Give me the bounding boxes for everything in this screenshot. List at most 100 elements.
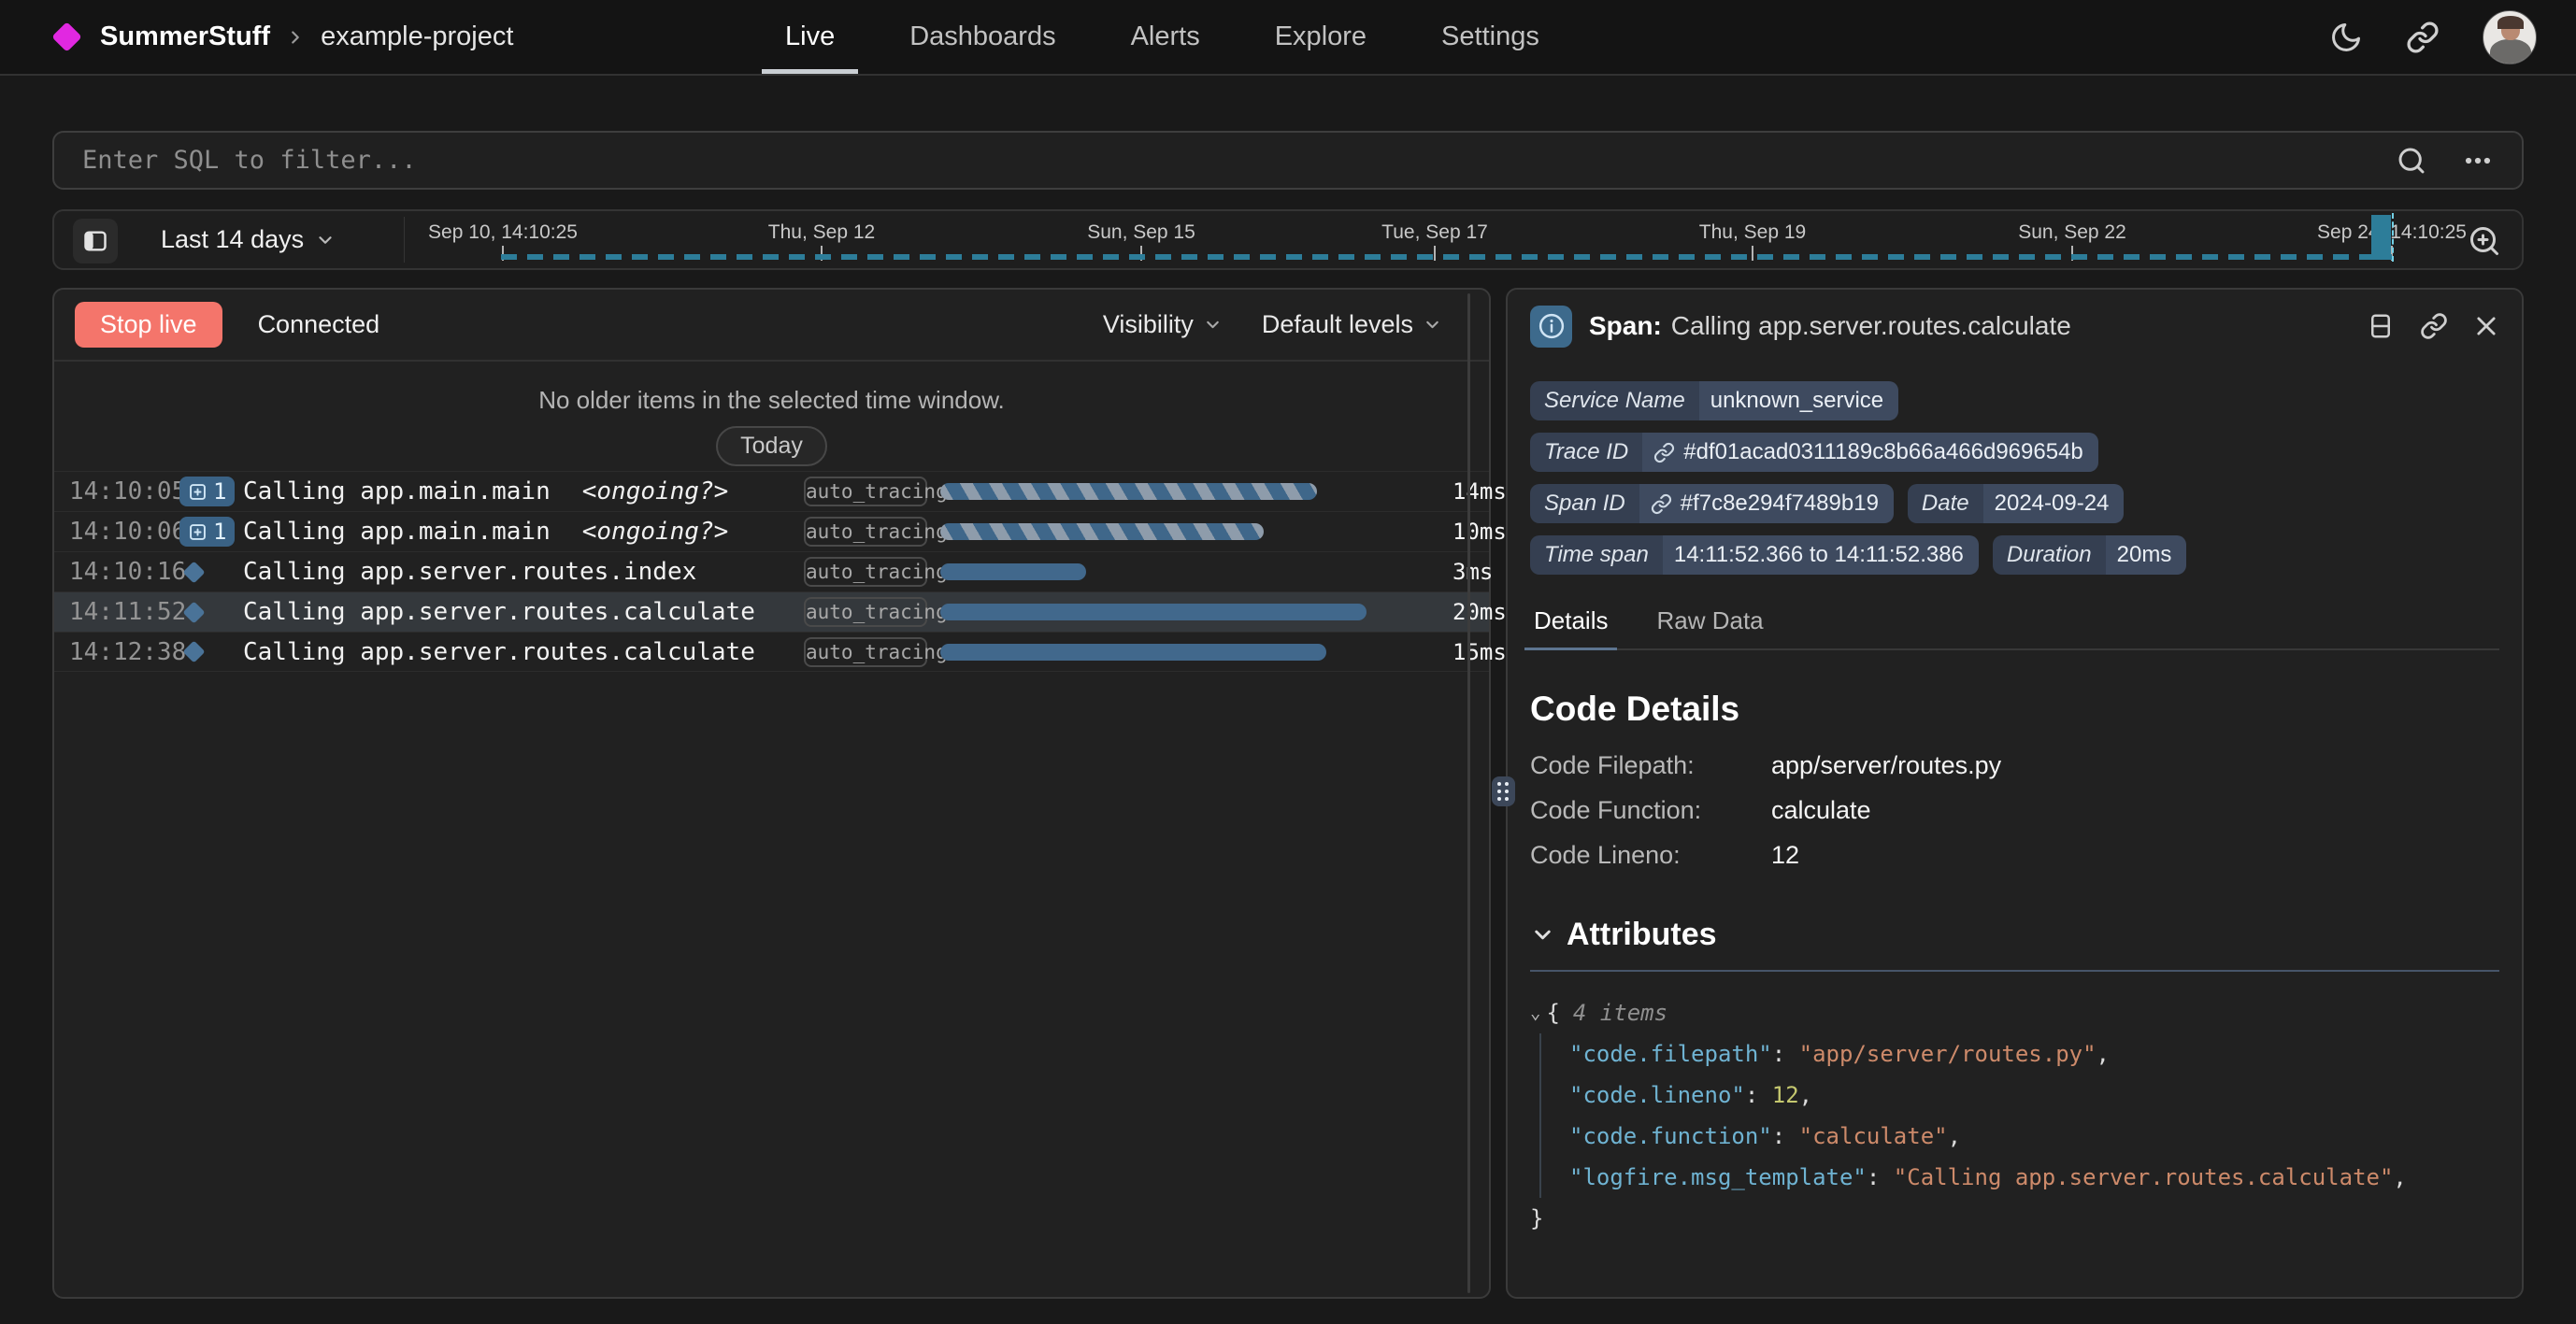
detail-tabs: Details Raw Data [1530,597,2499,650]
code-detail-value: calculate [1771,796,1871,825]
span-diamond-icon [182,561,205,583]
org-name[interactable]: SummerStuff [100,21,270,52]
json-key: "logfire.msg_template" [1569,1164,1867,1190]
trace-row-icon-cell [179,644,243,660]
json-comma: , [2393,1164,2406,1190]
theme-toggle-moon-icon[interactable] [2329,21,2363,54]
empty-window-notice: No older items in the selected time wind… [54,362,1489,471]
plus-square-icon [188,522,208,542]
search-icon[interactable] [2397,146,2426,176]
badge-value[interactable]: #df01acad0311189c8b66a466d969654b [1642,433,2098,472]
user-avatar[interactable] [2483,10,2537,64]
trace-row-duration-bar-zone [940,563,1453,580]
attributes-section: Attributes ⌄{4 items "code.filepath": "a… [1508,870,2522,1239]
attributes-json-viewer: ⌄{4 items "code.filepath": "app/server/r… [1530,992,2499,1239]
brand-logo-icon[interactable] [51,21,82,52]
tab-details[interactable]: Details [1530,597,1611,648]
span-header-actions [2367,312,2499,340]
badge-value: 20ms [2106,535,2187,575]
nav-tab-explore[interactable]: Explore [1252,0,1390,74]
json-entry: "code.filepath": "app/server/routes.py", [1569,1033,2499,1075]
nav-tab-settings[interactable]: Settings [1418,0,1563,74]
badge-trace-id: Trace ID#df01acad0311189c8b66a466d969654… [1530,433,2098,472]
today-button[interactable]: Today [716,426,827,466]
span-diamond-icon [182,601,205,623]
timeline-now-cursor [2392,213,2394,262]
json-body: "code.filepath": "app/server/routes.py",… [1539,1033,2499,1198]
trace-row-ongoing-suffix: <ongoing?> [582,518,729,546]
trace-row[interactable]: 14:10:061Calling app.main.main<ongoing?>… [54,511,1489,551]
trace-row-message: Calling app.server.routes.calculate [243,598,804,626]
json-comma: , [2097,1041,2110,1067]
trace-row-tag[interactable]: auto_tracing [804,517,927,547]
trace-row-duration-bar-zone [940,644,1453,661]
live-feed-panel: Stop live Connected Visibility Default l… [52,288,1491,1299]
timeline-tick-label: Sun, Sep 15 [1087,221,1195,244]
trace-row-message: Calling app.server.routes.index [243,558,804,586]
json-key: "code.lineno" [1569,1082,1745,1108]
timeline-tick-label: Sep 10, 14:10:25 [428,221,578,244]
tab-raw-data[interactable]: Raw Data [1653,597,1767,648]
share-link-icon[interactable] [2406,21,2440,54]
json-comma: , [1948,1123,1961,1149]
json-item-count: 4 items [1573,1000,1667,1026]
trace-row-message: Calling app.server.routes.calculate [243,638,804,666]
attributes-divider [1530,970,2499,972]
badge-value[interactable]: #f7c8e294f7489b19 [1639,484,1894,523]
duration-bar [940,604,1367,620]
badge-value: 14:11:52.366 to 14:11:52.386 [1663,535,1979,575]
nav-tab-alerts[interactable]: Alerts [1108,0,1224,74]
trace-row[interactable]: 14:11:52Calling app.server.routes.calcul… [54,591,1489,632]
nav-tab-dashboards[interactable]: Dashboards [886,0,1079,74]
trace-row-time: 14:12:38 [69,638,179,666]
duration-bar [940,483,1317,500]
duration-bar [940,523,1264,540]
panel-resize-handle[interactable] [1492,776,1515,806]
span-title: Span:Calling app.server.routes.calculate [1589,311,2071,341]
trace-row-tag[interactable]: auto_tracing [804,597,927,627]
more-options-icon[interactable] [2462,145,2494,177]
trace-row-tag[interactable]: auto_tracing [804,637,927,667]
trace-row-icon-cell: 1 [179,477,243,506]
badge-row: Time span14:11:52.366 to 14:11:52.386Dur… [1530,535,2499,575]
nav-tab-live[interactable]: Live [762,0,858,74]
default-levels-dropdown[interactable]: Default levels [1262,310,1442,339]
trace-row-duration-bar-zone [940,604,1453,620]
copy-link-icon[interactable] [2420,312,2448,340]
zoom-in-icon[interactable] [2468,224,2501,258]
stop-live-button[interactable]: Stop live [75,302,222,348]
json-open-line[interactable]: ⌄{4 items [1530,992,2499,1033]
trace-row-tag[interactable]: auto_tracing [804,557,927,587]
badge-value-text: 20ms [2117,542,2172,568]
project-name[interactable]: example-project [321,21,513,52]
badge-label: Date [1908,484,1983,523]
collapsed-children-badge[interactable]: 1 [179,517,235,547]
main-nav: Live Dashboards Alerts Explore Settings [762,0,1563,74]
timeline-tick-label: Thu, Sep 19 [1699,221,1806,244]
timeline-toolbar: Last 14 days Sep 10, 14:10:25Thu, Sep 12… [52,209,2524,270]
link-icon [1653,442,1675,463]
badge-label: Time span [1530,535,1663,575]
close-panel-icon[interactable] [2473,313,2499,339]
collapsed-children-badge[interactable]: 1 [179,477,235,506]
trace-row[interactable]: 14:12:38 Calling app.server.routes.calcul… [54,632,1489,672]
live-feed-scrollbar[interactable] [1467,293,1470,1293]
sql-filter-input[interactable] [82,146,2361,175]
split-view-icon[interactable] [2367,312,2395,340]
link-icon [1651,493,1672,515]
visibility-dropdown[interactable]: Visibility [1103,310,1223,339]
trace-row-tag[interactable]: auto_tracing [804,477,927,506]
badge-label: Service Name [1530,381,1699,420]
trace-row[interactable]: 14:10:051Calling app.main.main<ongoing?>… [54,471,1489,511]
code-detail-label: Code Function: [1530,796,1771,825]
code-details-rows: Code Filepath:app/server/routes.pyCode F… [1530,751,2499,870]
json-value: "Calling app.server.routes.calculate" [1894,1164,2394,1190]
trace-row-time: 14:10:06 [69,518,179,546]
attributes-collapse-toggle[interactable]: Attributes [1530,917,2499,953]
span-info-icon [1530,306,1572,348]
trace-row[interactable]: 14:10:16Calling app.server.routes.indexa… [54,551,1489,591]
trace-row-icon-cell [179,564,243,580]
json-entry: "logfire.msg_template": "Calling app.ser… [1569,1157,2499,1198]
trace-row-ongoing-suffix: <ongoing?> [582,477,729,505]
trace-row-time: 14:10:05 [69,477,179,505]
